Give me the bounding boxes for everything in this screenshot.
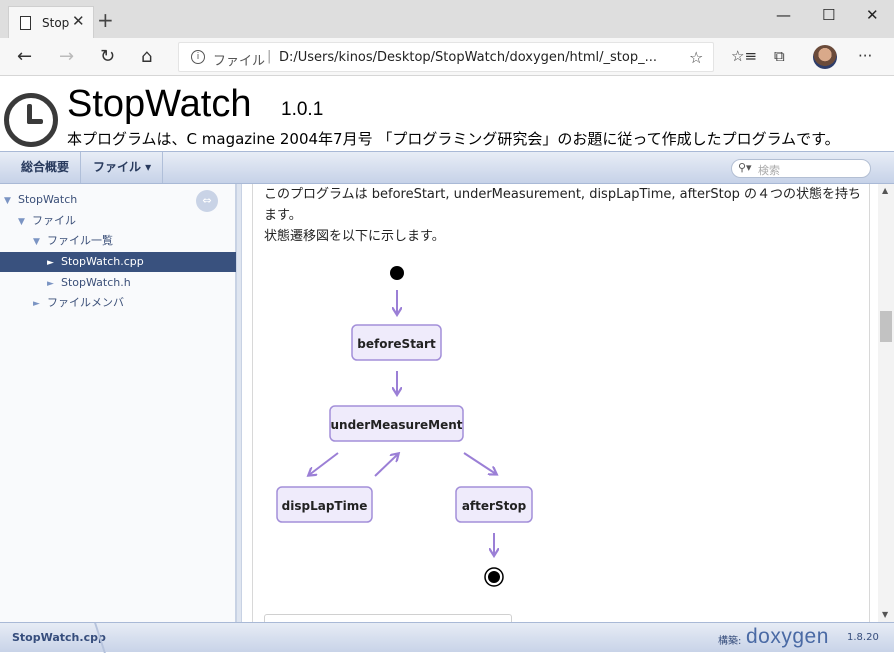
doxygen-logo[interactable]: doxygen xyxy=(746,625,829,649)
home-icon[interactable]: ⌂ xyxy=(141,46,152,67)
tree-item-label: StopWatch.cpp xyxy=(61,255,144,268)
expand-arrow-icon[interactable]: ▼ xyxy=(18,212,32,232)
address-toolbar: ← → ↻ ⌂ i ファイル | D:/Users/kinos/Desktop/… xyxy=(0,38,894,76)
favorites-icon[interactable]: ☆≡ xyxy=(731,47,757,65)
doc-content: このプログラムは beforeStart, underMeasurement, … xyxy=(242,184,878,622)
project-number: 1.0.1 xyxy=(281,99,324,120)
browser-tab[interactable]: Stop ✕ xyxy=(8,6,94,38)
address-bar[interactable]: i ファイル | D:/Users/kinos/Desktop/StopWatc… xyxy=(178,42,714,72)
collections-icon[interactable]: ⧉ xyxy=(774,47,785,65)
state-afterstop: afterStop xyxy=(455,486,533,523)
tree-item-label: ファイルメンバ xyxy=(47,296,124,309)
forward-icon[interactable]: → xyxy=(59,46,74,67)
title-bar: Stop ✕ + — ☐ ✕ xyxy=(0,0,894,38)
favorite-star-icon[interactable]: ☆ xyxy=(689,48,703,67)
project-brief: 本プログラムは、C magazine 2004年7月号 「プログラミング研究会」… xyxy=(67,130,840,148)
tree-item-label: StopWatch xyxy=(18,193,78,206)
leaf-arrow-icon: ► xyxy=(47,279,54,289)
tree-item-stopwatch-cpp[interactable]: ► StopWatch.cpp xyxy=(0,252,236,272)
back-icon[interactable]: ← xyxy=(17,46,32,67)
expand-arrow-icon[interactable]: ▼ xyxy=(4,191,18,211)
close-window-icon[interactable]: ✕ xyxy=(866,6,879,24)
tree-item-file-members[interactable]: ► ファイルメンバ xyxy=(0,293,236,313)
project-name: StopWatch xyxy=(67,83,252,125)
doxygen-version: 1.8.20 xyxy=(847,632,879,643)
more-icon[interactable]: ··· xyxy=(858,47,872,65)
menu-files[interactable]: ファイル ▾ xyxy=(82,152,164,183)
expand-arrow-icon[interactable]: ▼ xyxy=(33,232,47,252)
generated-by-label: 構築: xyxy=(718,636,742,647)
nav-tree: ▼ StopWatch ▼ ファイル ▼ ファイル一覧 ► StopWatch.cpp … xyxy=(0,184,236,622)
svg-text:dispLapTime: dispLapTime xyxy=(282,499,368,513)
sync-toggle-icon[interactable]: ⇔ xyxy=(196,190,218,212)
tab-close-icon[interactable]: ✕ xyxy=(72,12,85,30)
site-label: ファイル xyxy=(213,54,266,69)
minimize-icon[interactable]: — xyxy=(776,6,791,24)
project-header: StopWatch 1.0.1 本プログラムは、C magazine 2004年… xyxy=(0,77,894,151)
tab-title: Stop xyxy=(42,16,70,30)
clock-logo-icon xyxy=(4,93,58,147)
leaf-arrow-icon: ► xyxy=(33,299,40,309)
transition-arrow xyxy=(374,454,398,477)
svg-text:afterStop: afterStop xyxy=(462,499,527,513)
state-displaptime: dispLapTime xyxy=(276,486,373,523)
nav-path-footer: StopWatch.cpp 構築: doxygen 1.8.20 xyxy=(0,622,894,653)
initial-state xyxy=(390,266,404,280)
svg-text:underMeasureMent: underMeasureMent xyxy=(330,418,462,432)
leaf-arrow-icon: ► xyxy=(47,258,54,268)
menu-main-page[interactable]: 総合概要 xyxy=(10,152,82,183)
info-icon[interactable]: i xyxy=(191,50,205,64)
scroll-up-icon[interactable]: ▲ xyxy=(882,186,888,195)
tree-item-label: StopWatch.h xyxy=(61,276,131,289)
search-box[interactable]: ⚲▾ 検索 xyxy=(731,159,871,178)
menu-bar: 総合概要 ファイル ▾ ⚲▾ 検索 xyxy=(0,151,894,184)
contents-frame: このプログラムは beforeStart, underMeasurement, … xyxy=(252,184,870,622)
state-beforestart: beforeStart xyxy=(351,324,442,361)
tree-item-stopwatch-h[interactable]: ► StopWatch.h xyxy=(0,273,236,293)
svg-text:beforeStart: beforeStart xyxy=(357,337,436,351)
transition-arrow xyxy=(309,452,339,475)
tree-item-label: ファイル一覧 xyxy=(47,234,113,247)
scroll-thumb[interactable] xyxy=(880,311,892,342)
page-icon xyxy=(20,16,31,30)
vertical-scrollbar[interactable]: ▲ ▼ xyxy=(878,184,894,622)
new-tab-icon[interactable]: + xyxy=(97,8,114,32)
url-separator: | xyxy=(267,49,272,64)
tree-item-file-list[interactable]: ▼ ファイル一覧 xyxy=(0,231,236,251)
scroll-down-icon[interactable]: ▼ xyxy=(882,610,888,619)
tree-item-files[interactable]: ▼ ファイル xyxy=(0,211,236,231)
search-input[interactable]: 検索 xyxy=(758,162,780,178)
transition-arrow xyxy=(463,452,496,474)
search-icon[interactable]: ⚲▾ xyxy=(738,161,752,174)
refresh-icon[interactable]: ↻ xyxy=(100,46,115,67)
url-text[interactable]: D:/Users/kinos/Desktop/StopWatch/doxygen… xyxy=(279,50,657,65)
state-undermeasurement: underMeasureMent xyxy=(329,405,464,442)
final-state xyxy=(484,567,504,587)
tree-item-label: ファイル xyxy=(32,214,76,227)
profile-avatar[interactable] xyxy=(813,45,837,69)
maximize-icon[interactable]: ☐ xyxy=(822,6,835,24)
state-diagram: beforeStart underMeasureMent dispLapTime… xyxy=(276,266,533,587)
